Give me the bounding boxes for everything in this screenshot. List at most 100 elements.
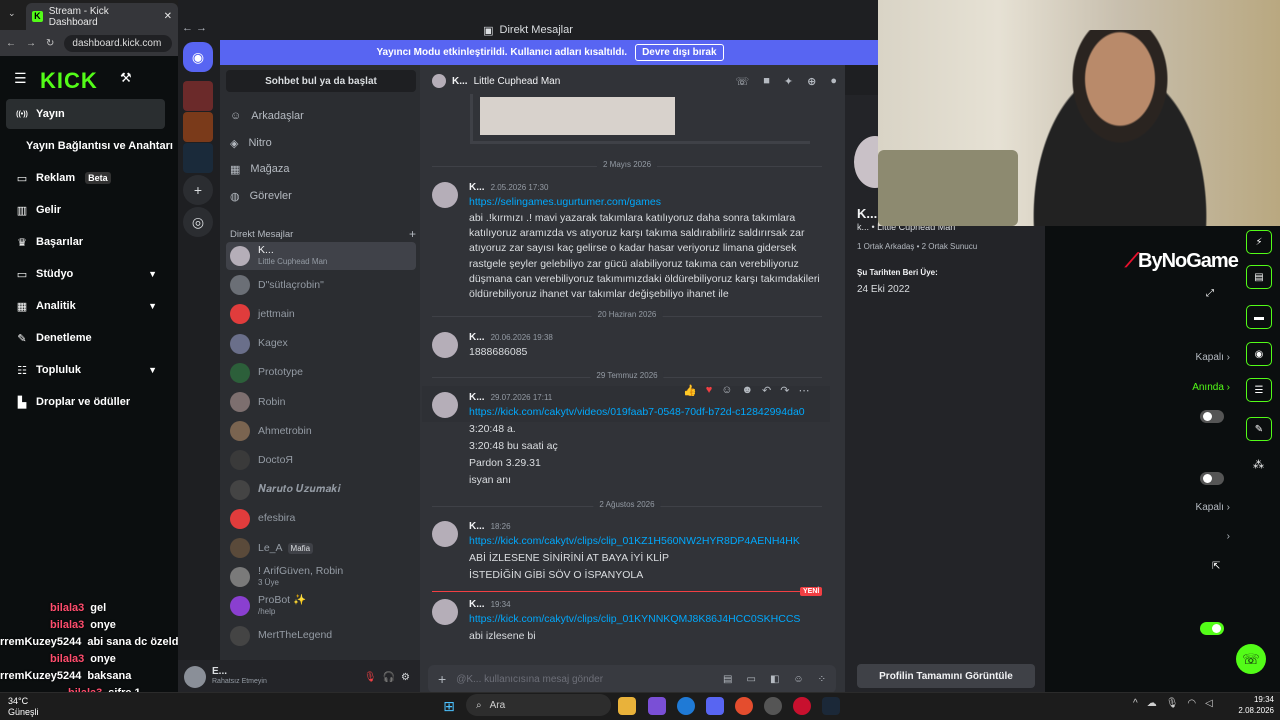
system-tray[interactable]: ^ ☁ 🎙 ◠ ◁ xyxy=(1133,698,1213,709)
dm-list-item[interactable]: jettmain xyxy=(226,300,416,328)
nav-quests[interactable]: ◍ Görevler xyxy=(230,184,292,208)
chevron-down-icon[interactable]: ▼ xyxy=(148,269,157,279)
menu-icon[interactable]: ☰ xyxy=(14,70,27,87)
dm-list-item[interactable]: Ahmetrobin xyxy=(226,417,416,445)
pin-icon[interactable]: ✦ xyxy=(784,75,793,88)
dm-list-item[interactable]: DoctoЯ xyxy=(226,446,416,474)
server-icon[interactable] xyxy=(183,81,213,111)
kick-nav-item[interactable]: ☷ Topluluk ▼ xyxy=(6,355,165,385)
tools-icon[interactable]: ⚒ xyxy=(120,70,132,86)
profile-icon[interactable]: ● xyxy=(830,75,837,88)
dm-list-item[interactable]: ProBot ✨/help xyxy=(226,592,416,620)
dm-list-item[interactable]: Robin xyxy=(226,388,416,416)
dm-list-item[interactable]: MertTheLegend xyxy=(226,622,416,650)
chat-username[interactable]: bilala3 xyxy=(50,653,84,665)
tab-list-icon[interactable]: ⌄ xyxy=(8,8,16,19)
lightning-icon[interactable]: ⚡ xyxy=(1246,230,1272,254)
reaction-icon[interactable]: 👍 xyxy=(683,384,697,397)
discover-icon[interactable]: ◎ xyxy=(183,207,213,237)
chevron-down-icon[interactable]: ▼ xyxy=(148,301,157,311)
kick-nav-item[interactable]: ▭ Stüdyo ▼ xyxy=(6,259,165,289)
reload-icon[interactable]: ↻ xyxy=(46,38,54,49)
wifi-icon[interactable]: ◠ xyxy=(1187,698,1196,709)
mic-icon[interactable]: 🎙 xyxy=(1166,698,1179,709)
chat-icon[interactable]: ▬ xyxy=(1246,305,1272,329)
nodes-icon[interactable]: ⁂ xyxy=(1253,458,1264,471)
kick-nav-item[interactable]: ✎ Denetleme xyxy=(6,323,165,353)
layout-icon[interactable]: ☰ xyxy=(1246,378,1272,402)
avatar[interactable] xyxy=(184,666,206,688)
discord-back-icon[interactable]: ← → xyxy=(182,22,207,34)
laugh-reaction-icon[interactable]: ☺ xyxy=(721,384,732,396)
attach-plus-icon[interactable]: + xyxy=(438,671,446,687)
chat-username[interactable]: rremKuzey5244 xyxy=(0,670,81,682)
close-tab-icon[interactable]: ✕ xyxy=(164,11,172,22)
setting-toggle-on[interactable] xyxy=(1200,622,1224,635)
file-explorer-icon[interactable] xyxy=(618,697,636,715)
clipboard-icon[interactable]: ▤ xyxy=(1246,265,1272,289)
message-link[interactable]: https://kick.com/cakytv/videos/019faab7-… xyxy=(469,406,805,418)
add-server-icon[interactable]: + xyxy=(183,175,213,205)
dm-list-item[interactable]: 𝑵𝒂𝒓𝒖𝒕𝒐 𝑼𝒛𝒖𝒎𝒂𝒌𝒊 xyxy=(226,476,416,504)
nav-nitro[interactable]: ◈ Nitro xyxy=(230,131,272,155)
discord-taskbar-icon[interactable] xyxy=(706,697,724,715)
discord-home-icon[interactable]: ◉ xyxy=(183,42,213,72)
dm-list-item[interactable]: Prototype xyxy=(226,359,416,387)
volume-icon[interactable]: ◁ xyxy=(1205,698,1213,709)
message-input[interactable]: + @K... kullanıcısına mesaj gönder ▤ ▭ ◧… xyxy=(428,665,836,693)
weather-widget[interactable]: 34°C Güneşli xyxy=(8,696,39,718)
avatar[interactable] xyxy=(432,182,458,208)
forward-message-icon[interactable]: ↷ xyxy=(780,384,789,397)
chevron-down-icon[interactable]: ▼ xyxy=(148,365,157,375)
taskbar-search[interactable]: ⌕ Ara xyxy=(466,694,611,716)
kick-nav-item[interactable]: ((•)) Yayın xyxy=(6,99,165,129)
message-link[interactable]: https://kick.com/cakytv/clips/clip_01KYN… xyxy=(469,613,800,625)
avatar[interactable] xyxy=(432,392,458,418)
mute-icon[interactable]: 🎙 xyxy=(364,672,377,683)
reply-icon[interactable]: ↶ xyxy=(762,384,771,397)
call-icon[interactable]: ☏ xyxy=(735,75,749,88)
more-options-icon[interactable]: ⋯ xyxy=(798,384,809,397)
chat-username[interactable]: rremKuzey5244 xyxy=(0,636,81,648)
heart-reaction-icon[interactable]: ♥ xyxy=(706,384,713,396)
dm-list-item[interactable]: Kagex xyxy=(226,330,416,358)
setting-toggle[interactable] xyxy=(1200,410,1224,423)
browser-tab[interactable]: K Stream - Kick Dashboard ✕ xyxy=(26,3,178,30)
broadcast-icon[interactable]: ◉ xyxy=(1246,342,1272,366)
expand-icon[interactable]: ⤢ xyxy=(1206,288,1214,299)
add-friend-icon[interactable]: ⊕ xyxy=(807,75,816,88)
setting-toggle[interactable] xyxy=(1200,472,1224,485)
chat-username[interactable]: bilala3 xyxy=(50,602,84,614)
kick-nav-item[interactable]: Yayın Bağlantısı ve Anahtarı xyxy=(6,131,178,161)
emoji-icon[interactable]: ☺ xyxy=(793,674,803,685)
gift-icon[interactable]: ▤ xyxy=(723,674,732,685)
setting-arrow[interactable]: › xyxy=(1140,531,1230,542)
message-author[interactable]: K... xyxy=(469,392,485,403)
find-conversation-button[interactable]: Sohbet bul ya da başlat xyxy=(226,70,416,92)
windows-start-icon[interactable]: ⊞ xyxy=(440,697,458,715)
video-icon[interactable]: ■ xyxy=(763,75,770,88)
kick-nav-item[interactable]: ♛ Başarılar xyxy=(6,227,165,257)
nav-shop[interactable]: ▦ Mağaza xyxy=(230,157,290,181)
dm-list-item[interactable]: D"sütlaçrobin" xyxy=(226,271,416,299)
dm-list-item[interactable]: K... Little Cuphead Man xyxy=(226,242,416,270)
avatar[interactable] xyxy=(432,332,458,358)
dm-list-item[interactable]: efesbira xyxy=(226,505,416,533)
setting-value[interactable]: Kapalı › xyxy=(1140,352,1230,363)
avatar[interactable] xyxy=(432,599,458,625)
kick-nav-item[interactable]: ▙ Droplar ve ödüller xyxy=(6,387,165,417)
view-full-profile-button[interactable]: Profilin Tamamını Görüntüle xyxy=(857,664,1035,688)
message-author[interactable]: K... xyxy=(469,521,485,532)
chrome-icon[interactable] xyxy=(735,697,753,715)
kick-nav-item[interactable]: ▥ Gelir xyxy=(6,195,165,225)
dm-list-item[interactable]: ! ArifGüven, Robin 3 Üye xyxy=(226,563,416,591)
app-icon[interactable] xyxy=(764,697,782,715)
edge-icon[interactable] xyxy=(677,697,695,715)
chevron-up-icon[interactable]: ^ xyxy=(1133,698,1138,709)
app-icon[interactable] xyxy=(648,697,666,715)
wrench-icon[interactable]: ✎ xyxy=(1246,417,1272,441)
url-field[interactable]: dashboard.kick.com xyxy=(64,34,172,52)
chat-username[interactable]: bilala3 xyxy=(50,619,84,631)
setting-value[interactable]: Anında › xyxy=(1140,382,1230,393)
cloud-icon[interactable]: ☁ xyxy=(1147,698,1157,709)
